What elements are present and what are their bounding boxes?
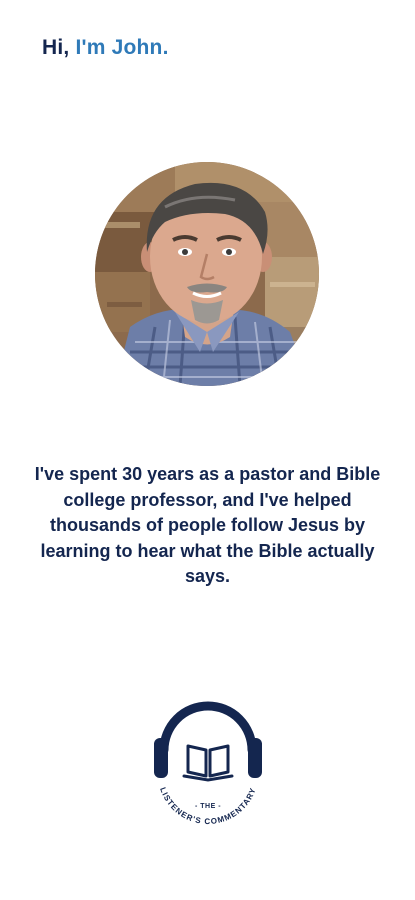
- greeting-name: I'm John.: [75, 36, 169, 59]
- listeners-commentary-logo: - THE - LISTENER'S COMMENTARY: [148, 688, 268, 844]
- greeting-prefix: Hi,: [42, 36, 76, 59]
- greeting-heading: Hi, I'm John.: [42, 36, 169, 60]
- logo-top-text: - THE -: [195, 803, 221, 810]
- profile-photo: [95, 162, 319, 386]
- bio-text: I've spent 30 years as a pastor and Bibl…: [34, 464, 381, 586]
